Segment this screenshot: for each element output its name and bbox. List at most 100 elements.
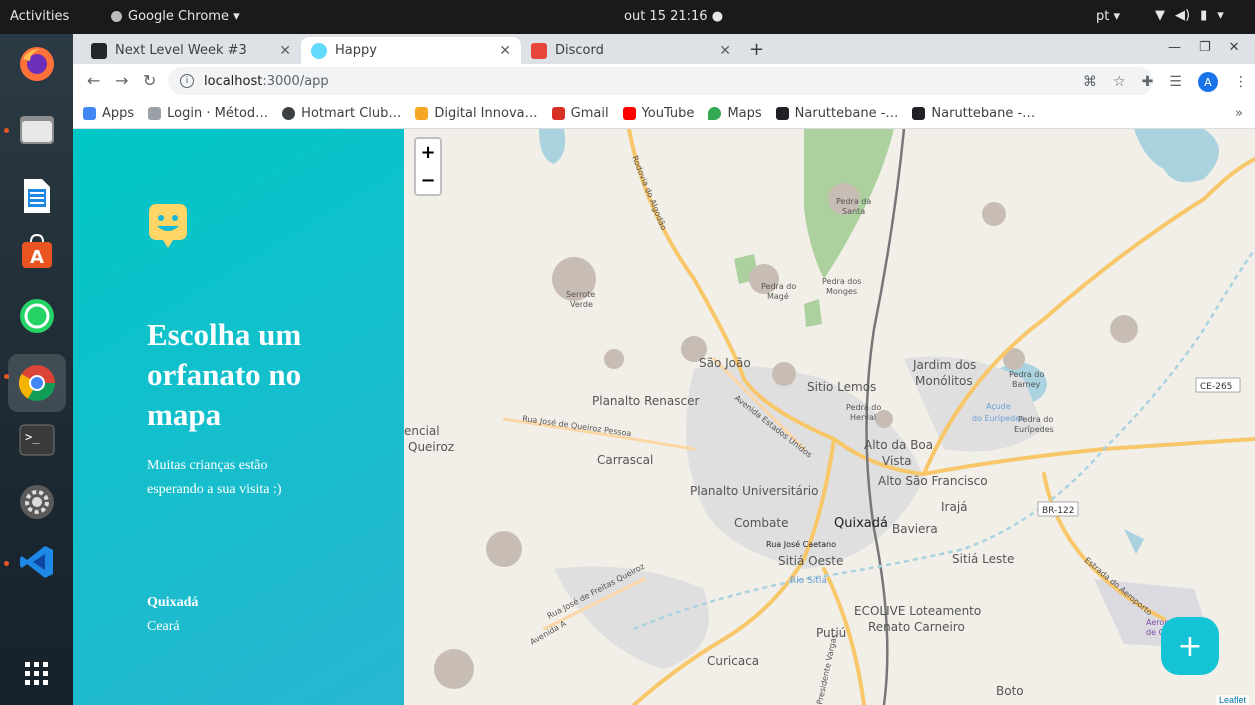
bookmark-label: Apps — [102, 105, 135, 121]
svg-text:Rio Sitiá: Rio Sitiá — [790, 576, 827, 586]
vscode-icon[interactable] — [15, 540, 59, 584]
bookmark-maps[interactable]: Maps — [708, 105, 762, 121]
svg-text:Queiroz: Queiroz — [408, 440, 454, 454]
bookmark-youtube[interactable]: YouTube — [622, 106, 694, 121]
svg-text:Pedra do: Pedra do — [1018, 415, 1053, 424]
app-menu-label: Google Chrome ▾ — [128, 9, 240, 24]
bookmark-hotmart[interactable]: Hotmart Club… — [282, 106, 401, 121]
svg-text:Pedra do: Pedra do — [1009, 370, 1044, 379]
svg-text:Boto: Boto — [996, 684, 1024, 698]
app-menu[interactable]: Google Chrome ▾ — [111, 9, 240, 24]
battery-icon: ▮ — [1200, 8, 1208, 23]
bookmark-naruttebane-1[interactable]: Naruttebane -… — [775, 106, 898, 121]
tab-title: Discord — [555, 43, 604, 58]
clock[interactable]: out 15 21:16 ● — [624, 9, 723, 24]
tab-title: Next Level Week #3 — [115, 43, 247, 58]
page-subtitle: Muitas crianças estão esperando a sua vi… — [147, 458, 282, 497]
svg-text:Monólitos: Monólitos — [915, 374, 973, 388]
svg-text:Rodovia do Algodão: Rodovia do Algodão — [630, 154, 668, 231]
svg-text:Açude: Açude — [986, 402, 1011, 411]
top-panel: Activities Google Chrome ▾ out 15 21:16 … — [0, 0, 1255, 34]
add-orphanage-button[interactable]: + — [1161, 617, 1219, 675]
back-icon[interactable]: ← — [87, 71, 100, 90]
browser-window: Next Level Week #3 ✕ Happy ✕ Discord ✕ +… — [73, 34, 1255, 129]
toolbar-actions: ⌘ ☆ ✚ ☰ A ⋮ — [1083, 72, 1248, 92]
svg-text:Planalto Renascer: Planalto Renascer — [592, 394, 699, 408]
youtube-icon — [622, 106, 636, 120]
close-tab-icon[interactable]: ✕ — [279, 43, 291, 59]
activities-button[interactable]: Activities — [10, 9, 69, 24]
firefox-icon[interactable] — [15, 42, 59, 86]
happy-logo-icon — [149, 204, 187, 248]
close-window-icon[interactable]: ✕ — [1229, 40, 1240, 55]
bookmark-digital-innovation[interactable]: Digital Innova… — [415, 105, 538, 121]
tab-bar: Next Level Week #3 ✕ Happy ✕ Discord ✕ +… — [73, 34, 1255, 64]
bookmark-label: Gmail — [570, 105, 609, 121]
bookmark-label: Maps — [727, 105, 762, 121]
bookmark-label: Naruttebane -… — [931, 105, 1036, 121]
files-icon[interactable] — [15, 108, 59, 152]
settings-icon[interactable] — [15, 480, 59, 524]
whatsapp-icon[interactable] — [15, 294, 59, 338]
tab-next-level-week[interactable]: Next Level Week #3 ✕ — [81, 37, 301, 64]
svg-text:Renato Carneiro: Renato Carneiro — [868, 620, 965, 634]
reading-list-icon[interactable]: ☰ — [1169, 74, 1182, 90]
dock: A >_ — [0, 34, 73, 705]
zoom-out-button[interactable]: − — [414, 166, 442, 196]
svg-text:encial: encial — [404, 424, 440, 438]
svg-text:Irajá: Irajá — [941, 500, 968, 514]
leaflet-attribution-link[interactable]: Leaflet — [1216, 695, 1250, 705]
language-indicator[interactable]: pt ▾ — [1096, 9, 1120, 24]
chrome-icon[interactable] — [8, 354, 66, 412]
bookmark-star-icon[interactable]: ☆ — [1113, 74, 1126, 90]
zoom-in-button[interactable]: + — [414, 137, 442, 167]
svg-text:>_: >_ — [25, 430, 40, 444]
bookmark-login[interactable]: Login · Métod… — [148, 106, 268, 121]
forward-icon[interactable]: → — [115, 71, 128, 90]
bookmark-label: Login · Métod… — [167, 105, 269, 121]
tab-happy[interactable]: Happy ✕ — [301, 37, 521, 64]
tab-title: Happy — [335, 43, 377, 58]
translate-icon[interactable]: ⌘ — [1083, 74, 1097, 90]
bookmarks-bar: Apps Login · Métod… Hotmart Club… Digita… — [73, 98, 1255, 129]
site-favicon-icon — [912, 106, 926, 120]
bookmarks-more-button[interactable]: » — [1235, 106, 1243, 121]
extensions-icon[interactable]: ✚ — [1142, 74, 1154, 90]
system-menu[interactable]: ▼ ◀) ▮ ▾ — [1155, 8, 1224, 23]
menu-dots-icon[interactable]: ⋮ — [1234, 74, 1248, 90]
svg-text:Alto da Boa: Alto da Boa — [864, 438, 933, 452]
restore-icon[interactable]: ❐ — [1199, 40, 1211, 55]
svg-text:Avenida A: Avenida A — [529, 619, 569, 647]
close-tab-icon[interactable]: ✕ — [719, 43, 731, 59]
bookmark-naruttebane-2[interactable]: Naruttebane -… — [912, 106, 1035, 121]
location-state: Ceará — [147, 619, 180, 634]
svg-text:BR-122: BR-122 — [1042, 506, 1075, 516]
svg-text:Jardim dos: Jardim dos — [912, 358, 976, 372]
svg-text:Rua José Caetano: Rua José Caetano — [766, 539, 836, 549]
site-info-icon[interactable]: i — [180, 74, 194, 88]
bookmark-label: Digital Innova… — [434, 105, 538, 121]
profile-avatar[interactable]: A — [1197, 72, 1218, 92]
bookmark-apps[interactable]: Apps — [83, 106, 134, 121]
svg-text:Magé: Magé — [767, 291, 789, 301]
close-tab-icon[interactable]: ✕ — [499, 43, 511, 59]
map[interactable]: Quixadá Pedra da Santa Pedra do Magé Ped… — [404, 129, 1255, 705]
address-bar[interactable]: i localhost:3000/app — [168, 67, 1153, 95]
terminal-icon[interactable]: >_ — [15, 418, 59, 462]
url-path: :3000/app — [262, 73, 329, 89]
site-favicon-icon — [148, 106, 162, 120]
svg-text:Alto São Francisco: Alto São Francisco — [878, 474, 988, 488]
nlw-favicon-icon — [91, 42, 107, 59]
minimize-icon[interactable]: — — [1168, 40, 1181, 55]
bookmark-gmail[interactable]: Gmail — [551, 105, 609, 121]
svg-text:Pedra do: Pedra do — [846, 403, 881, 412]
svg-text:ECOLIVE Loteamento: ECOLIVE Loteamento — [854, 604, 981, 618]
reload-icon[interactable]: ↻ — [143, 71, 156, 90]
svg-text:Sitiá Oeste: Sitiá Oeste — [778, 554, 843, 568]
volume-icon: ◀) — [1175, 8, 1191, 23]
software-center-icon[interactable]: A — [15, 230, 59, 274]
tab-discord[interactable]: Discord ✕ — [521, 37, 741, 64]
apps-grid-icon[interactable] — [15, 652, 59, 696]
writer-icon[interactable] — [15, 174, 59, 218]
new-tab-button[interactable]: + — [749, 39, 764, 60]
